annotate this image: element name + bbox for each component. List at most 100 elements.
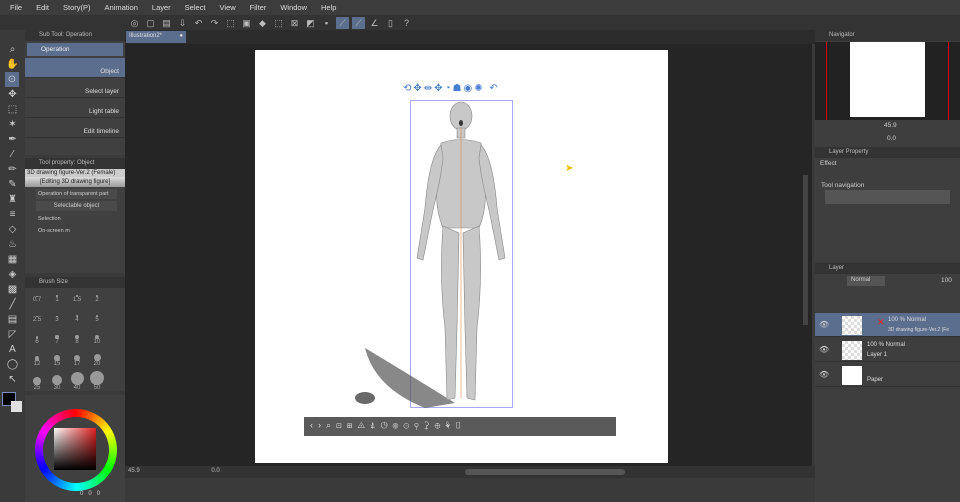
select-all-icon[interactable]: ⬚ — [224, 17, 237, 29]
brush-size-option[interactable]: 1.5 — [68, 291, 86, 309]
selectable-object-select[interactable]: Selectable object — [36, 201, 117, 211]
subtool-light-table[interactable]: Light table — [25, 98, 125, 118]
operation-icon[interactable]: ⊙ — [5, 72, 19, 87]
angle-readout[interactable]: 0.0 — [211, 468, 219, 474]
navigator-preview[interactable] — [815, 42, 960, 120]
grid-icon[interactable]: ▪ — [320, 17, 333, 29]
tab-illustration2[interactable]: Illustration2* ● — [126, 31, 186, 43]
brush-size-option[interactable]: 5 — [88, 311, 106, 329]
fill-icon[interactable]: ▦ — [0, 252, 25, 267]
navigator-zoom[interactable]: 45.9 — [884, 122, 897, 129]
tool-navigation-button[interactable] — [825, 190, 950, 204]
subtool-select-layer[interactable]: Select layer — [25, 78, 125, 98]
menu-help[interactable]: Help — [321, 3, 336, 12]
frame-icon[interactable]: ▤ — [0, 312, 25, 327]
brush-size-option[interactable]: 2.5 — [28, 312, 46, 330]
zoom-icon[interactable]: ⌕ — [0, 42, 25, 57]
brush-size-option[interactable]: 15 — [48, 353, 66, 371]
pencil-icon[interactable]: ✏ — [0, 162, 25, 177]
horizontal-scrollbar[interactable] — [465, 469, 625, 475]
app-icon[interactable]: ◎ — [128, 17, 141, 29]
brush-size-option[interactable]: 12 — [28, 353, 46, 371]
snap-grid-icon[interactable]: ∠ — [368, 17, 381, 29]
airbrush-icon[interactable]: ♜ — [0, 192, 25, 207]
brush-size-option[interactable]: 7 — [48, 332, 66, 350]
redo-icon[interactable]: ↷ — [208, 17, 221, 29]
brush-size-option[interactable]: 25 — [28, 376, 46, 394]
subtool-group-operation[interactable]: Operation — [27, 43, 123, 56]
opacity-value[interactable]: 100 — [941, 277, 952, 284]
ruler-icon[interactable]: ◸ — [0, 327, 25, 342]
correct-line-icon[interactable]: ↖ — [0, 372, 25, 387]
menu-view[interactable]: View — [220, 3, 236, 12]
eye-icon[interactable]: 👁 — [819, 345, 829, 354]
snap-special-ruler-icon[interactable]: ⟋ — [352, 16, 365, 29]
selection-icon[interactable]: ⬚ — [0, 102, 25, 117]
canvas-paper[interactable]: ⟲✥⇹✥◔☗◉✺ ↶ ‹›⌕⊡⊞◬⍋◷⊛⊝⚲⚳⊕⚘▯ — [255, 50, 668, 463]
brush-size-option[interactable]: 10 — [88, 332, 106, 350]
open-icon[interactable]: ▤ — [160, 17, 173, 29]
zoom-readout[interactable]: 45.9 — [128, 468, 140, 474]
hand-icon[interactable]: ✋ — [0, 57, 25, 72]
subtool-object[interactable]: Object — [25, 58, 125, 78]
menu-layer[interactable]: Layer — [152, 3, 171, 12]
figure-icon[interactable]: ╱ — [0, 297, 25, 312]
eye-icon[interactable]: 👁 — [819, 370, 829, 379]
brush-size-option[interactable]: 40 — [68, 372, 86, 392]
menu-edit[interactable]: Edit — [36, 3, 49, 12]
crop-icon[interactable]: ⊠ — [288, 17, 301, 29]
layer-row-3d-figure[interactable]: 👁 ✕ 100 % Normal 3D drawing figure-Ver.2… — [815, 313, 960, 337]
brush-size-option[interactable]: 3 — [48, 312, 66, 330]
brush-size-option[interactable]: 17 — [68, 353, 86, 371]
transparent-operation-select[interactable]: Operation of transparent part — [36, 189, 117, 199]
sub-color-swatch[interactable] — [11, 401, 22, 412]
vertical-scrollbar[interactable] — [803, 175, 808, 325]
undo-icon[interactable]: ↶ — [192, 17, 205, 29]
color-square[interactable] — [54, 428, 96, 470]
close-icon[interactable]: ● — [179, 33, 183, 39]
brush-size-option[interactable]: 1 — [48, 291, 66, 309]
balloon-icon[interactable]: ◯ — [0, 357, 25, 372]
menu-window[interactable]: Window — [280, 3, 307, 12]
move-icon[interactable]: ✥ — [0, 87, 25, 102]
help-icon[interactable]: ? — [400, 17, 413, 29]
pen-icon[interactable]: ✒ — [0, 132, 25, 147]
decoration-icon[interactable]: ≡ — [0, 207, 25, 222]
snap-ruler-icon[interactable]: ⟋ — [336, 16, 349, 29]
brush-size-option[interactable]: 30 — [48, 375, 66, 393]
bucket-icon[interactable]: ◈ — [0, 267, 25, 282]
eye-icon[interactable]: 👁 — [819, 320, 829, 329]
brush-size-option[interactable]: 4 — [68, 311, 86, 329]
3d-object-launcher-top[interactable]: ⟲✥⇹✥◔☗◉✺ ↶ — [403, 83, 500, 94]
eraser-icon[interactable]: ◇ — [0, 222, 25, 237]
copy-icon[interactable]: ▣ — [240, 17, 253, 29]
fill-icon[interactable]: ◆ — [256, 17, 269, 29]
brush-size-option[interactable]: 50 — [88, 371, 106, 391]
save-icon[interactable]: ⇩ — [176, 17, 189, 29]
layer-row-paper[interactable]: 👁 Paper — [815, 363, 960, 387]
auto-select-icon[interactable]: ✶ — [0, 117, 25, 132]
brush-size-option[interactable]: 20 — [88, 352, 106, 370]
menu-filter[interactable]: Filter — [250, 3, 267, 12]
navigator-rotation[interactable]: 0.0 — [887, 135, 896, 142]
gradient-icon[interactable]: ▩ — [0, 282, 25, 297]
blend-icon[interactable]: ♨ — [0, 237, 25, 252]
text-icon[interactable]: A — [0, 342, 25, 357]
brush-size-option[interactable]: 8 — [68, 332, 86, 350]
brush-size-option[interactable]: 2 — [88, 291, 106, 309]
menu-file[interactable]: File — [10, 3, 22, 12]
new-file-icon[interactable]: ▢ — [144, 17, 157, 29]
eyedropper-icon[interactable]: ⁄ — [0, 147, 25, 162]
transform-icon[interactable]: ⬚ — [272, 17, 285, 29]
brush-size-option[interactable]: 6 — [28, 332, 46, 350]
brush-size-option[interactable]: 0.7 — [28, 291, 46, 309]
companion-icon[interactable]: ▯ — [384, 17, 397, 29]
snap-icon[interactable]: ◩ — [304, 17, 317, 29]
menu-animation[interactable]: Animation — [105, 3, 138, 12]
layer-row-layer-1[interactable]: 👁 100 % Normal Layer 1 — [815, 338, 960, 362]
subtool-edit-timeline[interactable]: Edit timeline — [25, 118, 125, 138]
3d-figure[interactable] — [355, 98, 525, 410]
blend-mode-select[interactable]: Normal — [847, 276, 885, 286]
menu-story[interactable]: Story(P) — [63, 3, 91, 12]
brush-icon[interactable]: ✎ — [0, 177, 25, 192]
